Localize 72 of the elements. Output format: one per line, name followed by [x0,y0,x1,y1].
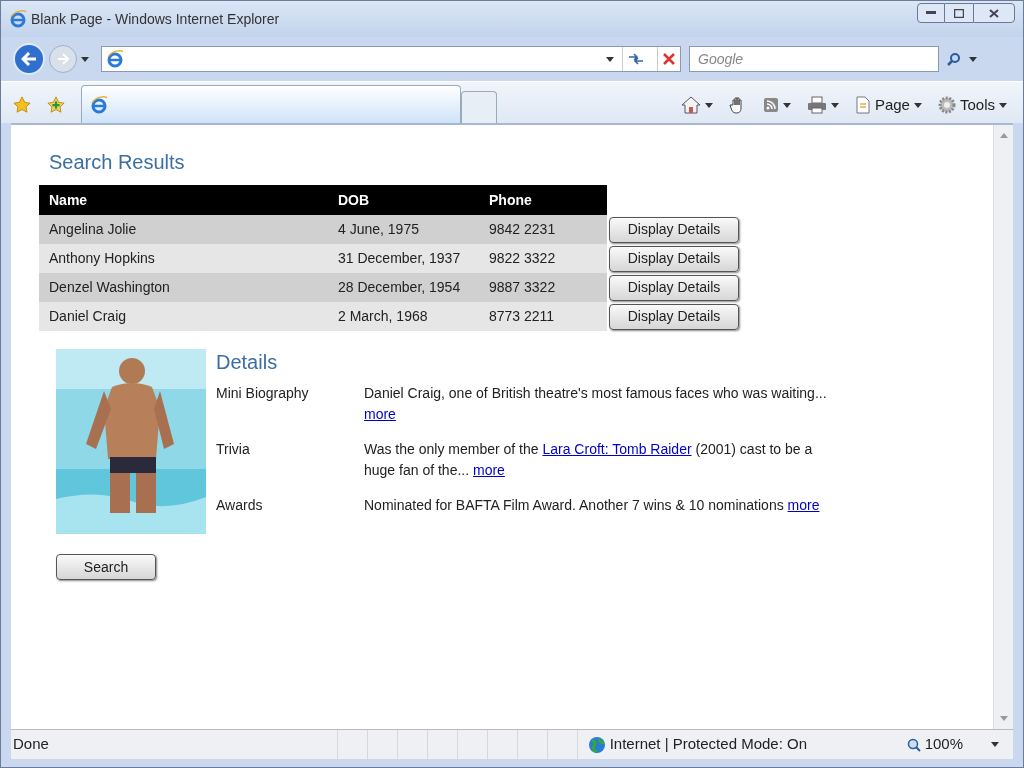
forward-arrow-icon [57,53,69,65]
dropdown-arrow-icon[interactable] [991,742,999,747]
security-zone-text: Internet | Protected Mode: On [609,734,807,755]
dropdown-arrow-icon[interactable] [606,56,614,62]
house-icon[interactable] [680,96,701,114]
dropdown-arrow-icon[interactable] [830,102,839,108]
detail-label: Mini Biography [216,384,310,403]
refresh-icon[interactable] [627,52,645,66]
detail-text: Daniel Craig, one of British theatre's most famous faces who was waiting... more [364,384,828,424]
close-icon [989,8,999,18]
dropdown-arrow-icon[interactable] [969,56,977,62]
zoom-icon[interactable] [906,737,921,752]
minimize-icon [926,11,936,15]
column-header: DOB [337,190,371,210]
table-cell-text: 9842 2231 [488,220,557,239]
table-cell-text: 9822 3322 [488,249,557,268]
search-icon[interactable] [947,52,961,66]
detail-label: Trivia [216,440,251,459]
browser-logo-icon [90,95,108,114]
column-header: Name [48,190,89,210]
display-details-button[interactable]: Display Details [609,303,739,330]
link[interactable]: more [787,497,820,513]
table-cell-text: 9887 3322 [488,278,557,297]
settings-icon[interactable] [937,96,956,114]
detail-text: Was the only member of the Lara Croft: Tomb Raider (2001) cast to be a huge fan of the... more [364,440,814,480]
section-heading: Search Results [49,150,186,175]
link[interactable]: more [473,462,505,478]
maximize-button[interactable] [945,3,973,23]
menu-button[interactable]: Page [874,93,910,117]
dropdown-arrow-icon[interactable] [81,56,89,62]
dropdown-arrow-icon[interactable] [913,102,922,108]
table-cell-text: Anthony Hopkins [48,249,156,268]
detail-text: Nominated for BAFTA Film Award. Another 7 wins & 10 nominations more [364,496,821,515]
zoom-level[interactable]: 100% [924,733,963,756]
column-header: Phone [488,190,533,210]
display-details-button[interactable]: Display Details [609,216,739,243]
star-plus-icon[interactable] [47,96,65,114]
page-icon[interactable] [854,96,871,114]
dropdown-arrow-icon[interactable] [999,102,1007,108]
menu-button[interactable]: Tools [959,93,995,117]
section-heading: Details [216,350,279,375]
table-cell-text: Angelina Jolie [48,220,138,239]
printer-icon[interactable] [806,96,827,114]
browser-logo-icon [9,10,27,28]
star-icon[interactable] [13,96,31,114]
back-button[interactable] [13,43,45,75]
table-cell-text: Daniel Craig [48,307,128,326]
link[interactable]: Lara Croft: Tomb Raider [542,441,692,457]
status-text: Done [12,734,50,755]
table-cell-text: 31 December, 1937 [337,249,462,268]
table-cell-text: 2 March, 1968 [337,307,429,326]
back-arrow-icon [21,52,37,66]
display-details-button[interactable]: Display Details [609,274,739,301]
table-cell-text: 8773 2211 [488,307,556,326]
table-cell-text: 28 December, 1954 [337,278,462,297]
close-button[interactable] [973,3,1015,23]
detail-label: Awards [216,496,264,515]
address-field[interactable] [101,46,681,72]
search-field[interactable]: Google [689,46,939,72]
dropdown-arrow-icon[interactable] [704,102,713,108]
search-button[interactable]: Search [56,554,156,580]
window-title: Blank Page - Windows Internet Explorer [31,9,280,29]
globe-icon [587,735,606,754]
display-details-button[interactable]: Display Details [609,245,739,272]
minimize-button[interactable] [917,3,945,23]
browser-logo-icon [106,50,124,68]
table-cell-text: Denzel Washington [48,278,171,297]
dropdown-arrow-icon[interactable] [782,102,791,108]
table-cell-text: 4 June, 1975 [337,220,420,239]
stop-icon[interactable] [662,52,676,66]
link[interactable]: more [364,406,396,422]
maximize-icon [954,8,964,18]
